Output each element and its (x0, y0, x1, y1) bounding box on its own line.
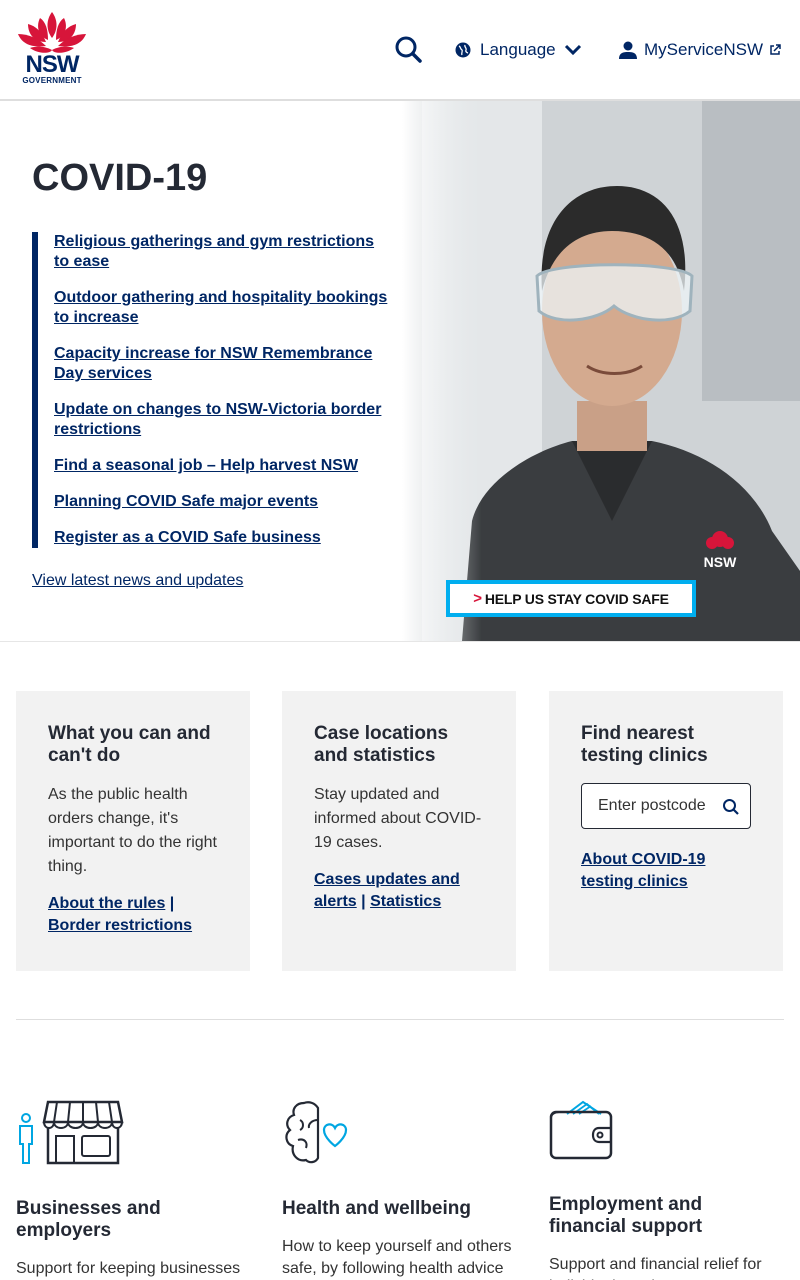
section-divider (16, 1019, 784, 1020)
logo-subtext: GOVERNMENT (22, 76, 82, 85)
search-button[interactable] (392, 34, 426, 66)
card-body: Stay updated and informed about COVID-19… (314, 786, 482, 851)
topic-health[interactable]: Health and wellbeing How to keep yoursel… (282, 1100, 516, 1280)
about-testing-clinics-link[interactable]: About COVID-19 testing clinics (581, 851, 705, 890)
globe-icon (455, 42, 471, 58)
logo-wordmark: NSW (25, 51, 80, 78)
news-link[interactable]: Planning COVID Safe major events (54, 492, 392, 512)
card-body: As the public health orders change, it's… (48, 786, 217, 875)
news-link[interactable]: Register as a COVID Safe business (54, 528, 392, 548)
chevron-right-icon: > (473, 590, 482, 607)
banner-text: HELP US STAY COVID SAFE (484, 590, 669, 607)
covid-safe-banner[interactable]: > HELP US STAY COVID SAFE (446, 580, 696, 617)
news-link[interactable]: Capacity increase for NSW Remembrance Da… (54, 344, 392, 384)
external-link-icon (770, 44, 781, 55)
site-header: NSW GOVERNMENT Language MyServiceNSW (0, 0, 800, 101)
card-title: Find nearest testing clinics (581, 723, 708, 766)
language-selector[interactable]: Language (454, 36, 582, 64)
view-latest-news-link[interactable]: View latest news and updates (32, 572, 243, 590)
topic-body: Support and financial relief for individ… (549, 1256, 762, 1280)
about-rules-link[interactable]: About the rules (48, 895, 165, 912)
myservicensw-link[interactable]: MyServiceNSW (618, 36, 781, 64)
news-list: Religious gatherings and gym restriction… (32, 232, 392, 548)
topic-employment[interactable]: Employment and financial support Support… (549, 1100, 783, 1280)
topic-title[interactable]: Health and wellbeing (282, 1198, 516, 1220)
card-title: Case locations and statistics (314, 723, 449, 766)
statistics-link[interactable]: Statistics (370, 893, 441, 910)
wallet-icon (549, 1100, 613, 1160)
user-icon (619, 41, 637, 59)
topic-body: How to keep yourself and others safe, by… (282, 1238, 512, 1277)
nsw-government-logo[interactable]: NSW GOVERNMENT (16, 10, 88, 88)
doctor-photo: NSW (402, 101, 800, 641)
search-icon (395, 36, 422, 63)
postcode-search (581, 783, 751, 829)
border-restrictions-link[interactable]: Border restrictions (48, 917, 192, 934)
hero-image: NSW > HELP US STAY COVID SAFE (402, 101, 800, 641)
news-link[interactable]: Update on changes to NSW-Victoria border… (54, 400, 392, 440)
chevron-down-icon (564, 44, 581, 56)
myservicensw-label: MyServiceNSW (644, 40, 764, 59)
language-label: Language (480, 40, 556, 59)
card-rules: What you can and can't do As the public … (16, 691, 250, 971)
search-icon[interactable] (722, 798, 740, 816)
shopfront-icon (19, 1100, 124, 1165)
waratah-icon (18, 12, 86, 53)
news-link[interactable]: Find a seasonal job – Help harvest NSW (54, 456, 392, 476)
topic-body: Support for keeping businesses open and (16, 1260, 241, 1277)
info-cards: What you can and can't do As the public … (16, 691, 784, 971)
card-case-locations: Case locations and statistics Stay updat… (282, 691, 516, 971)
card-title: What you can and can't do (48, 723, 211, 766)
news-link[interactable]: Religious gatherings and gym restriction… (54, 232, 392, 272)
topic-title[interactable]: Businesses and employers (16, 1198, 250, 1242)
topic-businesses[interactable]: Businesses and employers Support for kee… (16, 1100, 250, 1280)
hero-section: COVID-19 Religious gatherings and gym re… (0, 101, 800, 642)
card-testing-clinics: Find nearest testing clinics About COVID… (549, 691, 783, 971)
postcode-input[interactable] (582, 784, 722, 828)
news-link[interactable]: Outdoor gathering and hospitality bookin… (54, 288, 392, 328)
brain-heart-icon (285, 1101, 348, 1164)
topic-title[interactable]: Employment and financial support (549, 1194, 783, 1238)
page-title: COVID-19 (32, 157, 208, 199)
